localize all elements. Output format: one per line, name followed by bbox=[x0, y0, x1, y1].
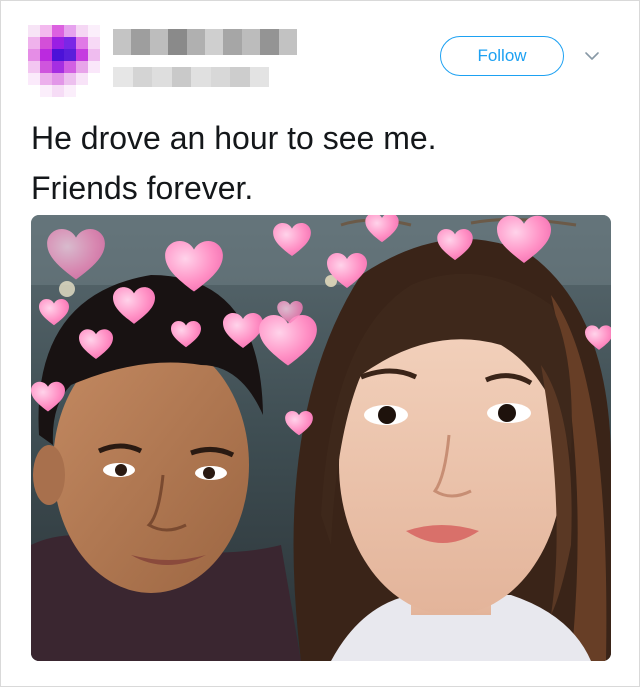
avatar-pixel bbox=[40, 73, 52, 85]
avatar-pixel bbox=[64, 37, 76, 49]
avatar-pixel bbox=[52, 85, 64, 97]
name-blur-block bbox=[186, 29, 206, 55]
user-name-redacted[interactable] bbox=[113, 29, 298, 55]
tweet-card: Follow He drove an hour to see me. Frien… bbox=[0, 0, 640, 687]
avatar[interactable] bbox=[28, 25, 100, 97]
avatar-pixel bbox=[52, 37, 64, 49]
avatar-pixel bbox=[64, 25, 76, 37]
avatar-pixel bbox=[64, 85, 76, 97]
avatar-pixel bbox=[88, 49, 100, 61]
follow-button[interactable]: Follow bbox=[440, 36, 564, 76]
name-blur-block bbox=[223, 29, 242, 55]
handle-blur-block bbox=[191, 67, 211, 87]
tweet-text-line: He drove an hour to see me. bbox=[31, 120, 437, 156]
chevron-down-icon[interactable] bbox=[583, 47, 601, 65]
avatar-pixel bbox=[40, 49, 52, 61]
tweet-text-line: Friends forever. bbox=[31, 170, 254, 206]
avatar-pixel bbox=[76, 37, 88, 49]
name-blur-block bbox=[149, 29, 169, 55]
user-handle-redacted bbox=[113, 67, 269, 87]
avatar-pixel bbox=[40, 37, 52, 49]
avatar-pixel bbox=[52, 49, 64, 61]
name-blur-block bbox=[260, 29, 279, 55]
avatar-pixel bbox=[88, 73, 100, 85]
avatar-pixel bbox=[76, 61, 88, 73]
handle-blur-block bbox=[152, 67, 172, 87]
avatar-pixel bbox=[28, 25, 40, 37]
name-blur-block bbox=[278, 29, 298, 55]
avatar-pixel bbox=[76, 73, 88, 85]
tweet-photo[interactable] bbox=[31, 215, 611, 661]
name-blur-block bbox=[168, 29, 187, 55]
avatar-pixel bbox=[64, 73, 76, 85]
name-blur-block bbox=[205, 29, 224, 55]
avatar-pixel bbox=[28, 37, 40, 49]
avatar-pixel bbox=[52, 25, 64, 37]
avatar-pixel bbox=[40, 25, 52, 37]
avatar-pixel bbox=[88, 61, 100, 73]
avatar-pixel bbox=[52, 73, 64, 85]
name-blur-block bbox=[113, 29, 132, 55]
avatar-pixel bbox=[28, 49, 40, 61]
handle-blur-block bbox=[230, 67, 250, 87]
handle-blur-block bbox=[132, 67, 152, 87]
avatar-pixel bbox=[76, 25, 88, 37]
name-blur-block bbox=[241, 29, 261, 55]
selfie-illustration bbox=[31, 215, 611, 661]
avatar-pixel bbox=[64, 61, 76, 73]
handle-blur-block bbox=[113, 67, 133, 87]
avatar-pixel bbox=[40, 85, 52, 97]
handle-blur-block bbox=[249, 67, 269, 87]
avatar-pixel bbox=[52, 61, 64, 73]
avatar-pixel bbox=[76, 49, 88, 61]
avatar-pixel bbox=[64, 49, 76, 61]
avatar-pixel bbox=[88, 85, 100, 97]
avatar-pixel bbox=[40, 61, 52, 73]
handle-blur-block bbox=[171, 67, 191, 87]
avatar-pixel bbox=[28, 61, 40, 73]
avatar-pixel bbox=[28, 73, 40, 85]
avatar-pixel bbox=[88, 25, 100, 37]
avatar-pixel bbox=[88, 37, 100, 49]
name-blur-block bbox=[131, 29, 150, 55]
handle-blur-block bbox=[210, 67, 230, 87]
avatar-pixel bbox=[28, 85, 40, 97]
avatar-pixel bbox=[76, 85, 88, 97]
tweet-text: He drove an hour to see me. Friends fore… bbox=[31, 113, 611, 213]
